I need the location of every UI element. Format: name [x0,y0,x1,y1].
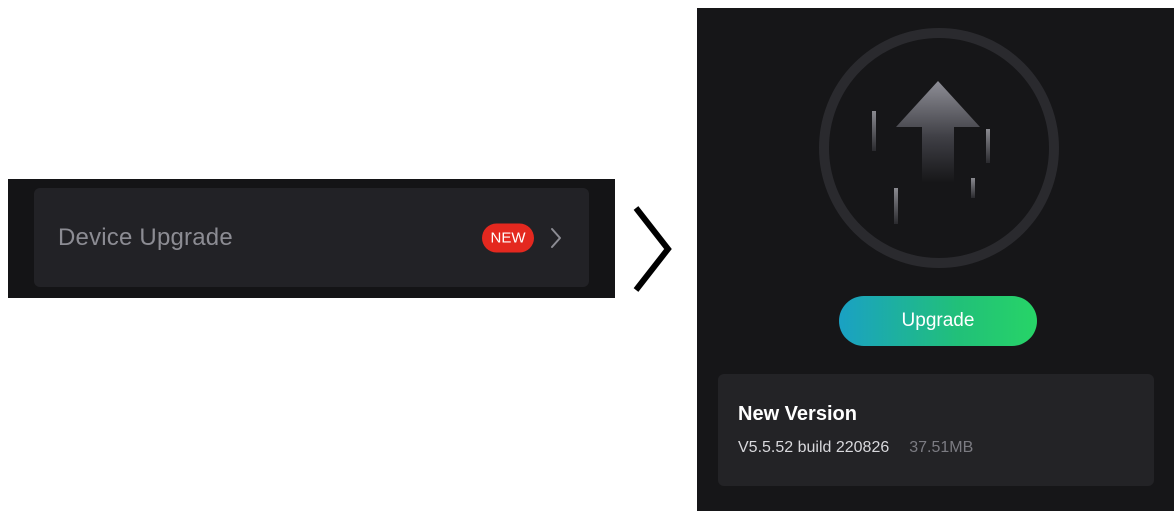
device-upgrade-row[interactable]: Device Upgrade NEW [34,188,589,287]
upgrade-button[interactable]: Upgrade [839,296,1037,346]
upload-arrow-icon [819,28,1059,268]
version-info-card: New Version V5.5.52 build 220826 37.51MB [718,374,1154,486]
version-size: 37.51MB [909,439,974,456]
settings-list-crop: Device Upgrade NEW [8,179,615,298]
version-title: New Version [738,403,857,425]
new-badge: NEW [482,223,534,252]
chevron-right-icon [633,206,672,292]
device-upgrade-label: Device Upgrade [58,223,233,251]
composite-screenshot: Device Upgrade NEW Upgrade New Version V… [0,0,1174,511]
upgrade-page: Upgrade New Version V5.5.52 build 220826… [697,8,1174,511]
chevron-right-icon [551,227,561,248]
version-details: V5.5.52 build 220826 37.51MB [738,439,973,457]
version-build: V5.5.52 build 220826 [738,439,890,456]
